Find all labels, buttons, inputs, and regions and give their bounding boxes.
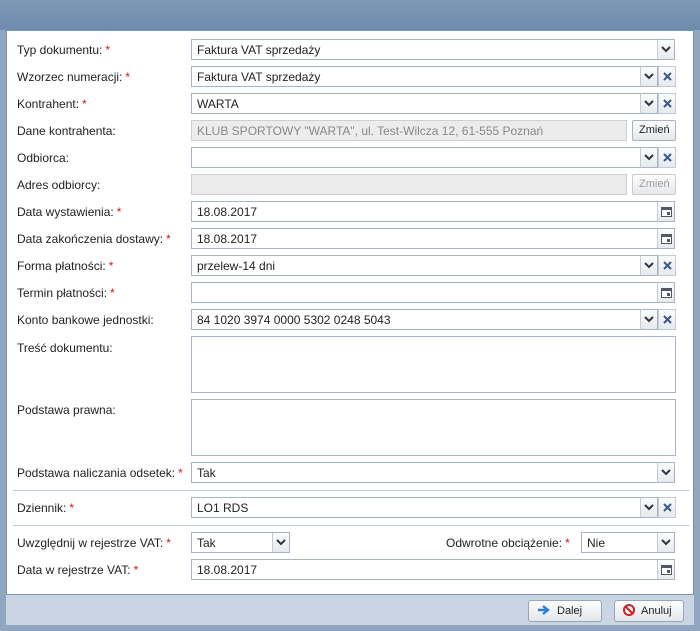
- adres-odbiorcy-field: [191, 174, 627, 195]
- data-wystawienia-input[interactable]: 18.08.2017: [191, 201, 658, 222]
- close-icon[interactable]: [658, 147, 676, 168]
- row-termin-platnosci: Termin płatności: *: [7, 282, 695, 304]
- podstawa-prawna-label: Podstawa prawna:: [17, 403, 116, 417]
- row-typ-dokumentu: Typ dokumentu: * Faktura VAT sprzedaży: [7, 39, 695, 61]
- chevron-down-icon[interactable]: [640, 255, 658, 276]
- uwzglednij-vat-select[interactable]: Tak: [191, 532, 273, 553]
- odwrotne-obciazenie-label: Odwrotne obciążenie: *: [446, 536, 570, 550]
- data-rejestr-vat-input[interactable]: 18.08.2017: [191, 559, 658, 580]
- dialog-titlebar[interactable]: [0, 0, 700, 30]
- kontrahent-label: Kontrahent: *: [17, 97, 87, 111]
- wzorzec-numeracji-label: Wzorzec numeracji: *: [17, 70, 131, 84]
- close-icon[interactable]: [658, 93, 676, 114]
- row-dziennik: Dziennik: * LO1 RDS: [7, 497, 695, 519]
- calendar-icon[interactable]: [657, 559, 675, 580]
- chevron-down-icon[interactable]: [272, 532, 290, 553]
- close-icon[interactable]: [658, 497, 676, 518]
- odbiorca-select[interactable]: [191, 147, 641, 168]
- row-kontrahent: Kontrahent: * WARTA: [7, 93, 695, 115]
- chevron-down-icon[interactable]: [640, 309, 658, 330]
- chevron-down-icon[interactable]: [640, 93, 658, 114]
- podstawa-odsetek-label: Podstawa naliczania odsetek: *: [17, 466, 183, 480]
- close-icon[interactable]: [658, 255, 676, 276]
- podstawa-prawna-textarea[interactable]: [191, 399, 676, 456]
- termin-platnosci-input[interactable]: [191, 282, 658, 303]
- data-rejestr-vat-label: Data w rejestrze VAT: *: [17, 563, 139, 577]
- typ-dokumentu-select[interactable]: Faktura VAT sprzedaży: [191, 39, 658, 60]
- termin-platnosci-label: Termin płatności: *: [17, 286, 115, 300]
- row-dane-kontrahenta: Dane kontrahenta: KLUB SPORTOWY "WARTA",…: [7, 120, 695, 142]
- wzorzec-numeracji-select[interactable]: Faktura VAT sprzedaży: [191, 66, 641, 87]
- form-panel: Typ dokumentu: * Faktura VAT sprzedaży Wz…: [6, 30, 694, 595]
- no-entry-icon: [623, 603, 635, 619]
- close-icon[interactable]: [658, 309, 676, 330]
- odbiorca-label: Odbiorca:: [17, 151, 70, 165]
- chevron-down-icon[interactable]: [640, 497, 658, 518]
- chevron-down-icon[interactable]: [657, 462, 675, 483]
- data-zakonczenia-label: Data zakończenia dostawy: *: [17, 232, 171, 246]
- kontrahent-select[interactable]: WARTA: [191, 93, 641, 114]
- chevron-down-icon[interactable]: [657, 532, 675, 553]
- chevron-down-icon[interactable]: [640, 66, 658, 87]
- row-podstawa-odsetek: Podstawa naliczania odsetek: * Tak: [7, 462, 695, 484]
- zmien-dane-button[interactable]: Zmień: [632, 120, 676, 141]
- dane-kontrahenta-label: Dane kontrahenta:: [17, 124, 116, 138]
- uwzglednij-vat-label: Uwzględnij w rejestrze VAT: *: [17, 536, 171, 550]
- forma-platnosci-select[interactable]: przelew-14 dni: [191, 255, 641, 276]
- konto-bankowe-select[interactable]: 84 1020 3974 0000 5302 0248 5043: [191, 309, 641, 330]
- row-data-wystawienia: Data wystawienia: * 18.08.2017: [7, 201, 695, 223]
- close-icon[interactable]: [658, 66, 676, 87]
- dialog-footer: Dalej Anuluj: [6, 595, 694, 625]
- row-adres-odbiorcy: Adres odbiorcy: Zmień: [7, 174, 695, 196]
- next-button[interactable]: Dalej: [528, 600, 602, 622]
- data-zakonczenia-input[interactable]: 18.08.2017: [191, 228, 658, 249]
- row-forma-platnosci: Forma płatności: * przelew-14 dni: [7, 255, 695, 277]
- typ-dokumentu-label: Typ dokumentu: *: [17, 43, 111, 57]
- data-wystawienia-label: Data wystawienia: *: [17, 205, 122, 219]
- row-data-rejestr-vat: Data w rejestrze VAT: * 18.08.2017: [7, 559, 695, 581]
- adres-odbiorcy-label: Adres odbiorcy:: [17, 178, 101, 192]
- chevron-down-icon[interactable]: [657, 39, 675, 60]
- row-konto-bankowe: Konto bankowe jednostki: 84 1020 3974 00…: [7, 309, 695, 331]
- konto-bankowe-label: Konto bankowe jednostki:: [17, 313, 154, 327]
- odwrotne-obciazenie-select[interactable]: Nie: [581, 532, 658, 553]
- chevron-down-icon[interactable]: [640, 147, 658, 168]
- cancel-button-label: Anuluj: [641, 605, 672, 617]
- row-data-zakonczenia: Data zakończenia dostawy: * 18.08.2017: [7, 228, 695, 250]
- tresc-dokumentu-textarea[interactable]: [191, 336, 676, 393]
- zmien-adres-button[interactable]: Zmień: [632, 174, 676, 195]
- dziennik-select[interactable]: LO1 RDS: [191, 497, 641, 518]
- next-button-label: Dalej: [557, 605, 583, 617]
- row-wzorzec-numeracji: Wzorzec numeracji: * Faktura VAT sprzedaż…: [7, 66, 695, 88]
- dialog-window: Typ dokumentu: * Faktura VAT sprzedaży Wz…: [0, 0, 700, 631]
- row-uwzglednij-vat: Uwzględnij w rejestrze VAT: * Tak Odwrotn…: [7, 532, 695, 554]
- calendar-icon[interactable]: [657, 201, 675, 222]
- calendar-icon[interactable]: [657, 228, 675, 249]
- divider: [13, 525, 689, 526]
- dziennik-label: Dziennik: *: [17, 501, 75, 515]
- arrow-right-icon: [537, 604, 551, 618]
- forma-platnosci-label: Forma płatności: *: [17, 259, 114, 273]
- row-odbiorca: Odbiorca:: [7, 147, 695, 169]
- dane-kontrahenta-field: KLUB SPORTOWY "WARTA", ul. Test-Wilcza 1…: [191, 120, 627, 141]
- cancel-button[interactable]: Anuluj: [614, 600, 684, 622]
- podstawa-odsetek-select[interactable]: Tak: [191, 462, 658, 483]
- tresc-dokumentu-label: Treść dokumentu:: [17, 341, 113, 355]
- divider: [13, 490, 689, 491]
- calendar-icon[interactable]: [657, 282, 675, 303]
